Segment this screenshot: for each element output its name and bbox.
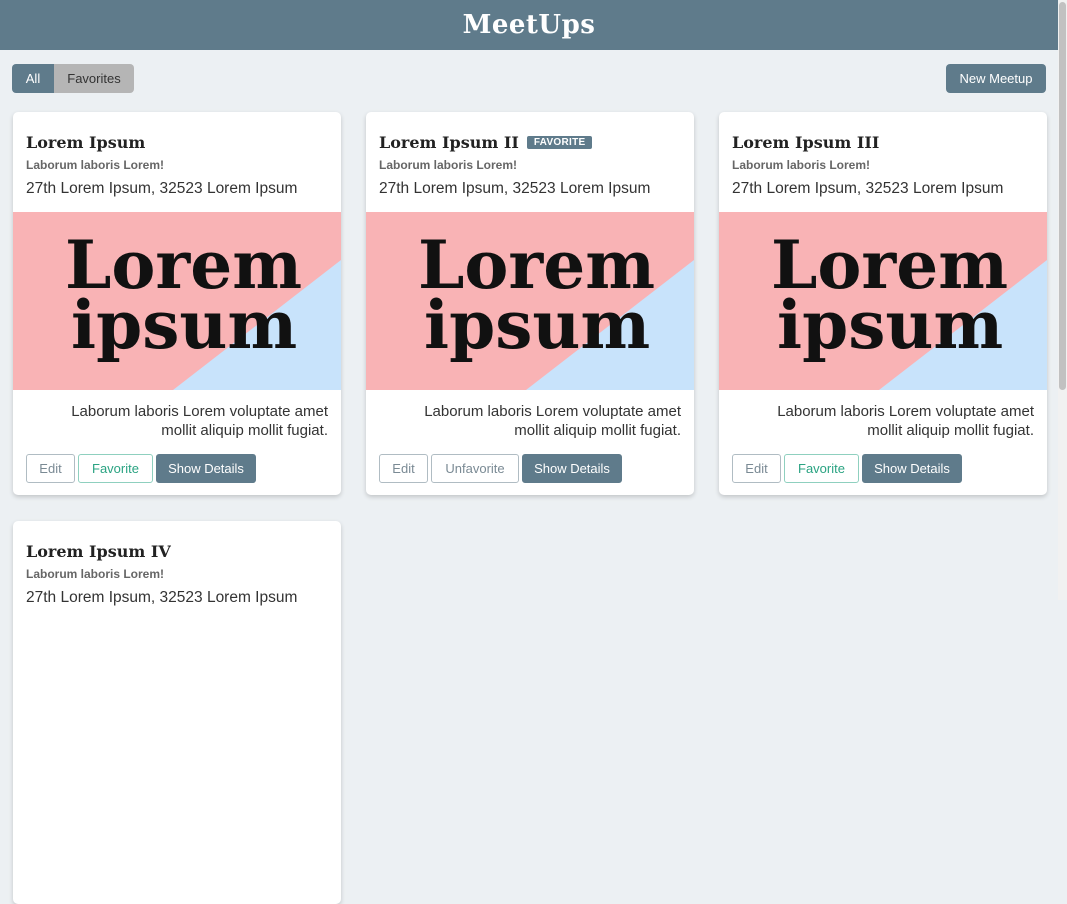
- meetup-description: Laborum laboris Lorem voluptate amet mol…: [71, 403, 328, 439]
- unfavorite-button[interactable]: Unfavorite: [431, 454, 519, 483]
- favorite-button[interactable]: Favorite: [784, 454, 859, 483]
- card-actions: Edit Favorite Show Details: [26, 454, 256, 483]
- filter-favorites-button[interactable]: Favorites: [54, 64, 134, 93]
- edit-button[interactable]: Edit: [379, 454, 428, 483]
- meetup-image: Lorem ipsum: [719, 212, 1047, 390]
- meetup-address: 27th Lorem Ipsum, 32523 Lorem Ipsum: [26, 589, 298, 606]
- meetup-description: Laborum laboris Lorem voluptate amet mol…: [777, 403, 1034, 439]
- show-details-button[interactable]: Show Details: [862, 454, 962, 483]
- new-meetup-button[interactable]: New Meetup: [946, 64, 1046, 93]
- meetup-description: Laborum laboris Lorem voluptate amet mol…: [424, 403, 681, 439]
- meetup-address: 27th Lorem Ipsum, 32523 Lorem Ipsum: [379, 180, 651, 197]
- meetup-card: Lorem Ipsum II FAVORITE Laborum laboris …: [366, 112, 694, 495]
- meetup-subtitle: Laborum laboris Lorem!: [26, 158, 165, 172]
- image-text-line2: ipsum: [777, 286, 1003, 364]
- meetup-title-text: Lorem Ipsum IV: [26, 542, 171, 561]
- app-title: MeetUps: [462, 10, 596, 40]
- meetup-title: Lorem Ipsum: [26, 133, 145, 152]
- meetup-title: Lorem Ipsum II FAVORITE: [379, 133, 593, 152]
- meetup-title: Lorem Ipsum III: [732, 133, 879, 152]
- meetup-subtitle: Laborum laboris Lorem!: [379, 158, 518, 172]
- meetup-image: Lorem ipsum: [13, 212, 341, 390]
- scrollbar-thumb[interactable]: [1059, 2, 1066, 390]
- meetup-address: 27th Lorem Ipsum, 32523 Lorem Ipsum: [26, 180, 298, 197]
- meetup-title-text: Lorem Ipsum III: [732, 133, 880, 152]
- show-details-button[interactable]: Show Details: [156, 454, 256, 483]
- edit-button[interactable]: Edit: [26, 454, 75, 483]
- meetup-title-text: Lorem Ipsum II: [379, 133, 519, 152]
- filter-toggle: All Favorites: [12, 64, 134, 93]
- meetup-card: Lorem Ipsum Laborum laboris Lorem! 27th …: [13, 112, 341, 495]
- meetup-card: Lorem Ipsum IV Laborum laboris Lorem! 27…: [13, 521, 341, 904]
- meetup-subtitle: Laborum laboris Lorem!: [26, 567, 165, 581]
- edit-button[interactable]: Edit: [732, 454, 781, 483]
- show-details-button[interactable]: Show Details: [522, 454, 622, 483]
- app-header: MeetUps: [0, 0, 1058, 50]
- meetup-address: 27th Lorem Ipsum, 32523 Lorem Ipsum: [732, 180, 1004, 197]
- image-text-line2: ipsum: [424, 286, 650, 364]
- meetup-title: Lorem Ipsum IV: [26, 542, 171, 561]
- meetup-image: Lorem ipsum: [366, 212, 694, 390]
- card-actions: Edit Favorite Show Details: [732, 454, 962, 483]
- page-scrollbar[interactable]: [1058, 0, 1067, 600]
- meetup-subtitle: Laborum laboris Lorem!: [732, 158, 871, 172]
- card-actions: Edit Unfavorite Show Details: [379, 454, 622, 483]
- filter-all-button[interactable]: All: [12, 64, 54, 93]
- favorite-button[interactable]: Favorite: [78, 454, 153, 483]
- meetup-title-text: Lorem Ipsum: [26, 133, 146, 152]
- favorite-badge: FAVORITE: [526, 136, 593, 149]
- image-text-line2: ipsum: [71, 286, 297, 364]
- meetup-card: Lorem Ipsum III Laborum laboris Lorem! 2…: [719, 112, 1047, 495]
